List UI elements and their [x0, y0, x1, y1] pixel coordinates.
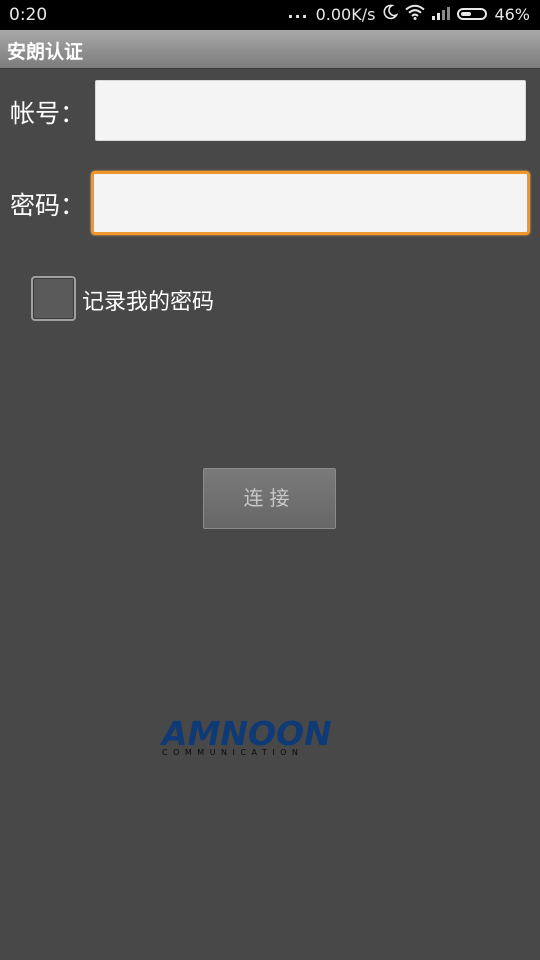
status-icons: ... 0.00K/s 46%	[287, 2, 530, 24]
connect-button[interactable]: 连接	[203, 468, 336, 529]
more-dots: ...	[287, 2, 309, 22]
signal-icon	[432, 5, 451, 24]
network-speed: 0.00K/s	[315, 4, 376, 24]
app-title: 安朗认证	[7, 41, 84, 63]
battery-icon	[457, 8, 488, 20]
account-input[interactable]	[95, 80, 526, 141]
logo-wordmark: AMNOON	[162, 714, 332, 753]
password-label: 密码：	[10, 191, 86, 220]
app-title-bar: 安朗认证	[0, 30, 540, 69]
moon-icon	[382, 4, 399, 24]
wifi-icon	[405, 4, 426, 24]
logo-subtitle: COMMUNICATION	[162, 748, 304, 757]
account-label: 帐号：	[10, 99, 86, 128]
battery-fill	[461, 12, 472, 16]
status-bar: 0:20 ... 0.00K/s 46%	[0, 0, 540, 30]
remember-password-label[interactable]: 记录我的密码	[82, 284, 214, 316]
amnoon-logo: AMNOON COMMUNICATION	[162, 716, 374, 760]
password-input[interactable]	[91, 171, 530, 235]
status-time: 0:20	[9, 5, 48, 25]
battery-percent: 46%	[494, 4, 530, 24]
remember-password-checkbox[interactable]	[31, 276, 76, 321]
